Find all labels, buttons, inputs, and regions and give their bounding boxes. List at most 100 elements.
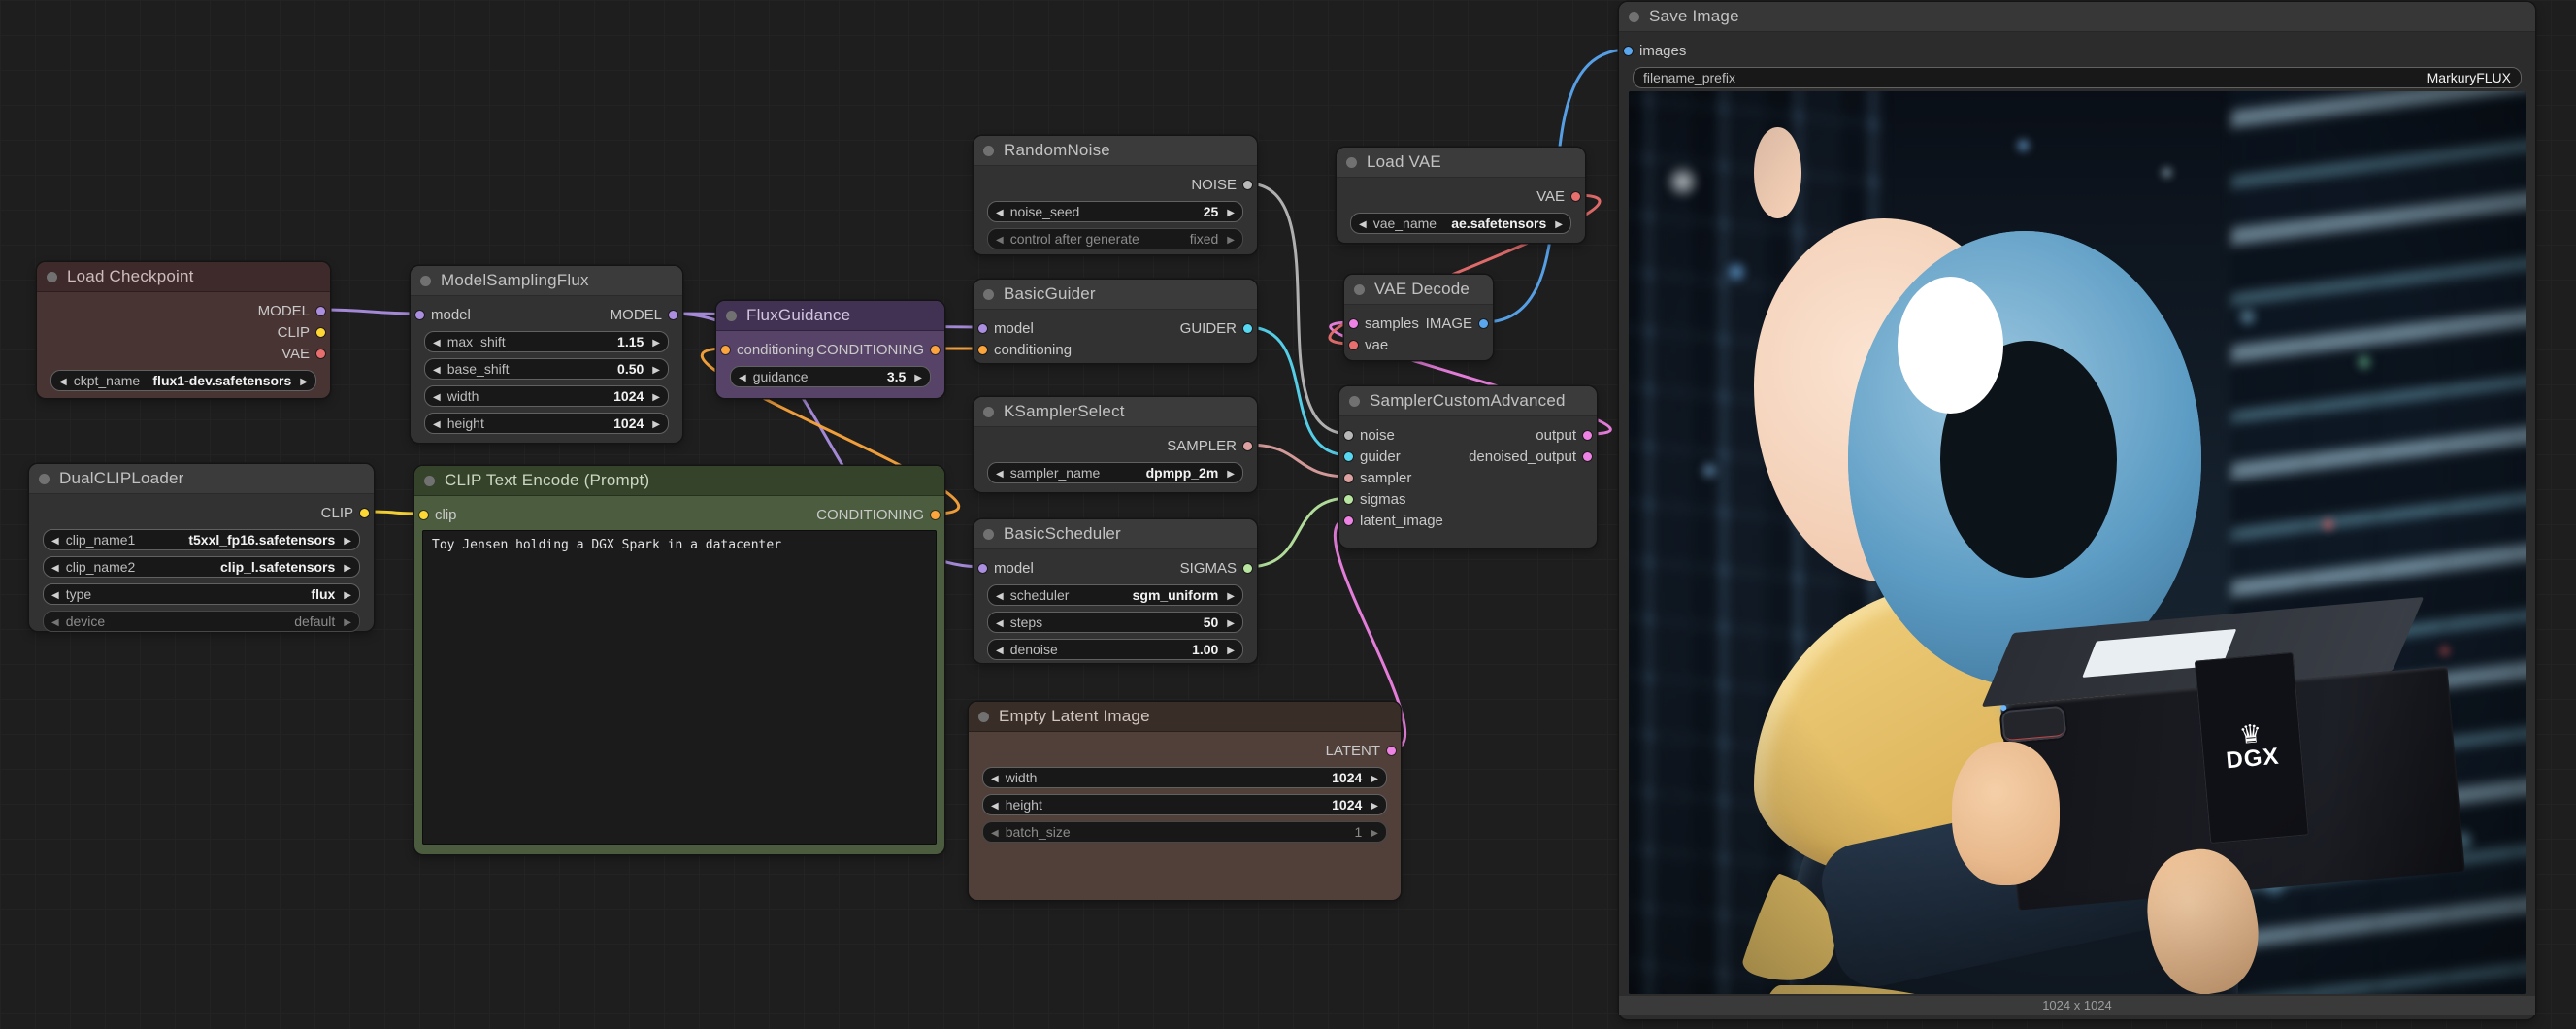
node-canvas[interactable]: Load CheckpointMODELCLIPVAEckpt_nameflux… bbox=[0, 0, 2576, 1029]
node-header-empty-latent-image[interactable]: Empty Latent Image bbox=[969, 702, 1401, 732]
collapse-dot-icon[interactable] bbox=[983, 529, 994, 540]
input-port-sigmas[interactable] bbox=[1344, 495, 1353, 504]
node-header-load-checkpoint[interactable]: Load Checkpoint bbox=[37, 262, 330, 292]
node-basic-guider[interactable]: BasicGuidermodelGUIDERconditioning bbox=[974, 280, 1257, 363]
collapse-dot-icon[interactable] bbox=[420, 276, 431, 286]
decrement-arrow-icon[interactable] bbox=[991, 823, 999, 841]
increment-arrow-icon[interactable] bbox=[344, 531, 351, 548]
output-port-MODEL[interactable] bbox=[669, 311, 677, 319]
increment-arrow-icon[interactable] bbox=[344, 558, 351, 576]
increment-arrow-icon[interactable] bbox=[1227, 464, 1235, 481]
input-port-latent_image[interactable] bbox=[1344, 516, 1353, 525]
node-sampler-custom-advanced[interactable]: SamplerCustomAdvancednoiseoutputguiderde… bbox=[1339, 386, 1597, 548]
increment-arrow-icon[interactable] bbox=[652, 360, 660, 378]
output-port-output[interactable] bbox=[1583, 431, 1592, 440]
input-port-sampler[interactable] bbox=[1344, 474, 1353, 482]
decrement-arrow-icon[interactable] bbox=[433, 387, 441, 405]
decrement-arrow-icon[interactable] bbox=[996, 203, 1004, 220]
output-port-VAE[interactable] bbox=[316, 349, 325, 358]
widget-scheduler[interactable]: schedulersgm_uniform bbox=[987, 584, 1243, 606]
decrement-arrow-icon[interactable] bbox=[996, 464, 1004, 481]
decrement-arrow-icon[interactable] bbox=[51, 558, 59, 576]
increment-arrow-icon[interactable] bbox=[300, 372, 308, 389]
output-port-CONDITIONING[interactable] bbox=[931, 511, 940, 519]
node-load-checkpoint[interactable]: Load CheckpointMODELCLIPVAEckpt_nameflux… bbox=[37, 262, 330, 398]
increment-arrow-icon[interactable] bbox=[1371, 769, 1378, 786]
increment-arrow-icon[interactable] bbox=[652, 333, 660, 350]
collapse-dot-icon[interactable] bbox=[1346, 157, 1357, 168]
increment-arrow-icon[interactable] bbox=[1371, 823, 1378, 841]
decrement-arrow-icon[interactable] bbox=[51, 585, 59, 603]
collapse-dot-icon[interactable] bbox=[978, 712, 989, 722]
collapse-dot-icon[interactable] bbox=[39, 474, 50, 484]
node-random-noise[interactable]: RandomNoiseNOISEnoise_seed25control afte… bbox=[974, 136, 1257, 254]
widget-sampler-name[interactable]: sampler_namedpmpp_2m bbox=[987, 462, 1243, 483]
node-load-vae[interactable]: Load VAEVAEvae_nameae.safetensors bbox=[1337, 148, 1585, 243]
node-flux-guidance[interactable]: FluxGuidanceconditioningCONDITIONINGguid… bbox=[716, 301, 944, 398]
decrement-arrow-icon[interactable] bbox=[739, 368, 746, 385]
decrement-arrow-icon[interactable] bbox=[433, 415, 441, 432]
node-ksampler-select[interactable]: KSamplerSelectSAMPLERsampler_namedpmpp_2… bbox=[974, 397, 1257, 492]
output-port-VAE[interactable] bbox=[1571, 192, 1580, 201]
output-port-CLIP[interactable] bbox=[316, 328, 325, 337]
node-header-load-vae[interactable]: Load VAE bbox=[1337, 148, 1585, 178]
input-port-conditioning[interactable] bbox=[721, 346, 730, 354]
input-port-model[interactable] bbox=[978, 324, 987, 333]
widget-noise-seed[interactable]: noise_seed25 bbox=[987, 201, 1243, 222]
decrement-arrow-icon[interactable] bbox=[996, 230, 1004, 248]
increment-arrow-icon[interactable] bbox=[1227, 230, 1235, 248]
decrement-arrow-icon[interactable] bbox=[59, 372, 67, 389]
increment-arrow-icon[interactable] bbox=[344, 585, 351, 603]
increment-arrow-icon[interactable] bbox=[344, 613, 351, 630]
input-port-noise[interactable] bbox=[1344, 431, 1353, 440]
widget-guidance[interactable]: guidance3.5 bbox=[730, 366, 931, 387]
input-port-conditioning[interactable] bbox=[978, 346, 987, 354]
node-model-sampling-flux[interactable]: ModelSamplingFluxmodelMODELmax_shift1.15… bbox=[411, 266, 682, 443]
decrement-arrow-icon[interactable] bbox=[991, 769, 999, 786]
node-header-clip-text-encode[interactable]: CLIP Text Encode (Prompt) bbox=[414, 466, 944, 496]
increment-arrow-icon[interactable] bbox=[1555, 215, 1563, 232]
output-port-SAMPLER[interactable] bbox=[1243, 442, 1252, 450]
widget-type[interactable]: typeflux bbox=[43, 583, 360, 605]
input-port-samples[interactable] bbox=[1349, 319, 1358, 328]
node-header-sampler-custom-advanced[interactable]: SamplerCustomAdvanced bbox=[1339, 386, 1597, 416]
decrement-arrow-icon[interactable] bbox=[996, 586, 1004, 604]
widget-device[interactable]: devicedefault bbox=[43, 611, 360, 632]
node-header-dual-clip-loader[interactable]: DualCLIPLoader bbox=[29, 464, 374, 494]
widget-filename-prefix[interactable]: filename_prefixMarkuryFLUX bbox=[1633, 67, 2522, 88]
widget-max-shift[interactable]: max_shift1.15 bbox=[424, 331, 669, 352]
widget-clip-name1[interactable]: clip_name1t5xxl_fp16.safetensors bbox=[43, 529, 360, 550]
widget-width[interactable]: width1024 bbox=[982, 767, 1387, 788]
node-header-basic-scheduler[interactable]: BasicScheduler bbox=[974, 519, 1257, 549]
output-port-SIGMAS[interactable] bbox=[1243, 564, 1252, 573]
node-header-save-image[interactable]: Save Image bbox=[1619, 2, 2535, 32]
increment-arrow-icon[interactable] bbox=[1227, 614, 1235, 631]
increment-arrow-icon[interactable] bbox=[914, 368, 922, 385]
output-port-IMAGE[interactable] bbox=[1479, 319, 1488, 328]
output-port-denoised_output[interactable] bbox=[1583, 452, 1592, 461]
node-header-basic-guider[interactable]: BasicGuider bbox=[974, 280, 1257, 310]
collapse-dot-icon[interactable] bbox=[1354, 284, 1365, 295]
node-basic-scheduler[interactable]: BasicSchedulermodelSIGMASschedulersgm_un… bbox=[974, 519, 1257, 663]
increment-arrow-icon[interactable] bbox=[652, 415, 660, 432]
input-port-clip[interactable] bbox=[419, 511, 428, 519]
increment-arrow-icon[interactable] bbox=[1227, 586, 1235, 604]
output-port-NOISE[interactable] bbox=[1243, 181, 1252, 189]
widget-batch-size[interactable]: batch_size1 bbox=[982, 821, 1387, 843]
node-dual-clip-loader[interactable]: DualCLIPLoaderCLIPclip_name1t5xxl_fp16.s… bbox=[29, 464, 374, 631]
input-port-model[interactable] bbox=[978, 564, 987, 573]
widget-ckpt-name[interactable]: ckpt_nameflux1-dev.safetensors bbox=[50, 370, 316, 391]
output-port-MODEL[interactable] bbox=[316, 307, 325, 315]
increment-arrow-icon[interactable] bbox=[1371, 796, 1378, 813]
widget-vae-name[interactable]: vae_nameae.safetensors bbox=[1350, 213, 1571, 234]
widget-height[interactable]: height1024 bbox=[982, 794, 1387, 815]
decrement-arrow-icon[interactable] bbox=[433, 333, 441, 350]
widget-height[interactable]: height1024 bbox=[424, 413, 669, 434]
collapse-dot-icon[interactable] bbox=[983, 146, 994, 156]
increment-arrow-icon[interactable] bbox=[1227, 641, 1235, 658]
decrement-arrow-icon[interactable] bbox=[51, 531, 59, 548]
node-header-flux-guidance[interactable]: FluxGuidance bbox=[716, 301, 944, 331]
widget-base-shift[interactable]: base_shift0.50 bbox=[424, 358, 669, 380]
input-port-vae[interactable] bbox=[1349, 341, 1358, 349]
collapse-dot-icon[interactable] bbox=[983, 407, 994, 417]
